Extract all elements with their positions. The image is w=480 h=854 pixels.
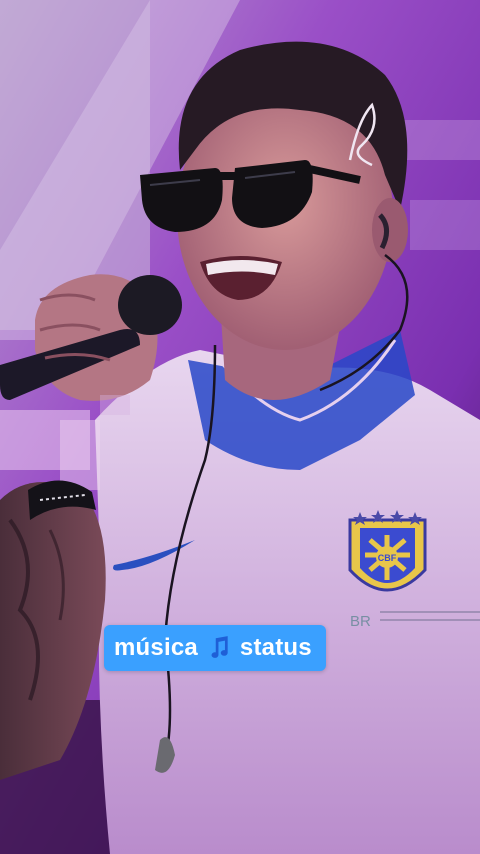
svg-text:BR: BR (350, 613, 371, 630)
caption-word-status: status (239, 634, 312, 661)
cbf-badge: CBF (348, 510, 427, 592)
svg-text:CBF: CBF (378, 553, 397, 563)
caption-word-musica: música (114, 634, 198, 661)
musical-notes-icon (206, 635, 232, 661)
music-status-caption: música status (104, 625, 326, 671)
status-video-frame: CBF BR música status (0, 0, 480, 854)
singer-photo: CBF BR (0, 0, 480, 854)
